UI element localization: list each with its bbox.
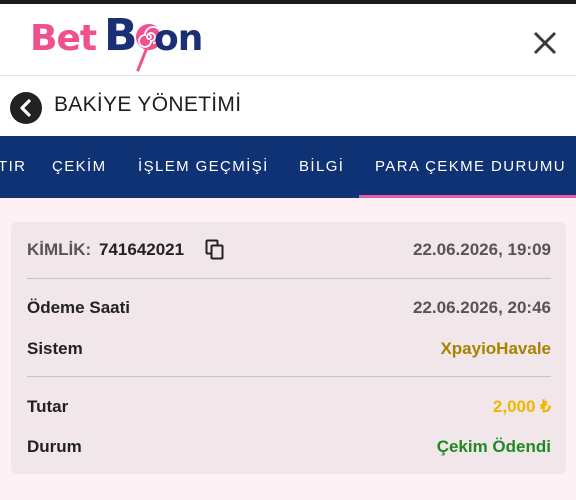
- page-title: BAKİYE YÖNETİMİ: [54, 93, 242, 116]
- logo-text-on: on: [154, 18, 203, 59]
- id-value: 741642021: [99, 240, 185, 259]
- tab-islem-gecmisi[interactable]: İŞLEM GEÇMİŞİ: [138, 158, 269, 175]
- payment-time-label: Ödeme Saati: [27, 298, 130, 317]
- payment-time-value: 22.06.2026, 20:46: [412, 298, 551, 317]
- page-titlebar: BAKİYE YÖNETİMİ: [0, 77, 576, 136]
- created-datetime: 22.06.2026, 19:09: [412, 240, 551, 259]
- tab-cekim[interactable]: ÇEKİM: [52, 158, 107, 175]
- tab-bilgi[interactable]: BİLGİ: [299, 158, 344, 175]
- back-button[interactable]: [10, 92, 42, 124]
- transaction-card: KİMLİK: 741642021 22.06.2026, 19:09 Ödem…: [11, 222, 566, 474]
- divider: [27, 376, 551, 377]
- tab-bar: TIR ÇEKİM İŞLEM GEÇMİŞİ BİLGİ PARA ÇEKME…: [0, 136, 576, 198]
- close-button[interactable]: [528, 26, 562, 60]
- logo-text-b: B: [104, 10, 138, 61]
- close-icon: [533, 31, 557, 55]
- main-content: KİMLİK: 741642021 22.06.2026, 19:09 Ödem…: [0, 198, 576, 500]
- amount-value: 2,000 ₺: [492, 397, 551, 416]
- system-value: XpayioHavale: [440, 339, 551, 358]
- tab-para-cekme-durumu[interactable]: PARA ÇEKME DURUMU: [375, 158, 566, 175]
- tab-partial[interactable]: TIR: [0, 158, 26, 175]
- betbon-logo[interactable]: Bet B on: [30, 10, 203, 74]
- app-header: Bet B on: [0, 4, 576, 76]
- system-label: Sistem: [27, 339, 83, 358]
- back-arrow-icon: [20, 99, 31, 117]
- copy-icon[interactable]: [205, 239, 225, 261]
- divider: [27, 278, 551, 279]
- status-value: Çekim Ödendi: [436, 437, 551, 456]
- id-label: KİMLİK:: [27, 240, 92, 259]
- amount-label: Tutar: [27, 397, 69, 416]
- logo-text-bet: Bet: [30, 18, 97, 59]
- status-label: Durum: [27, 437, 82, 456]
